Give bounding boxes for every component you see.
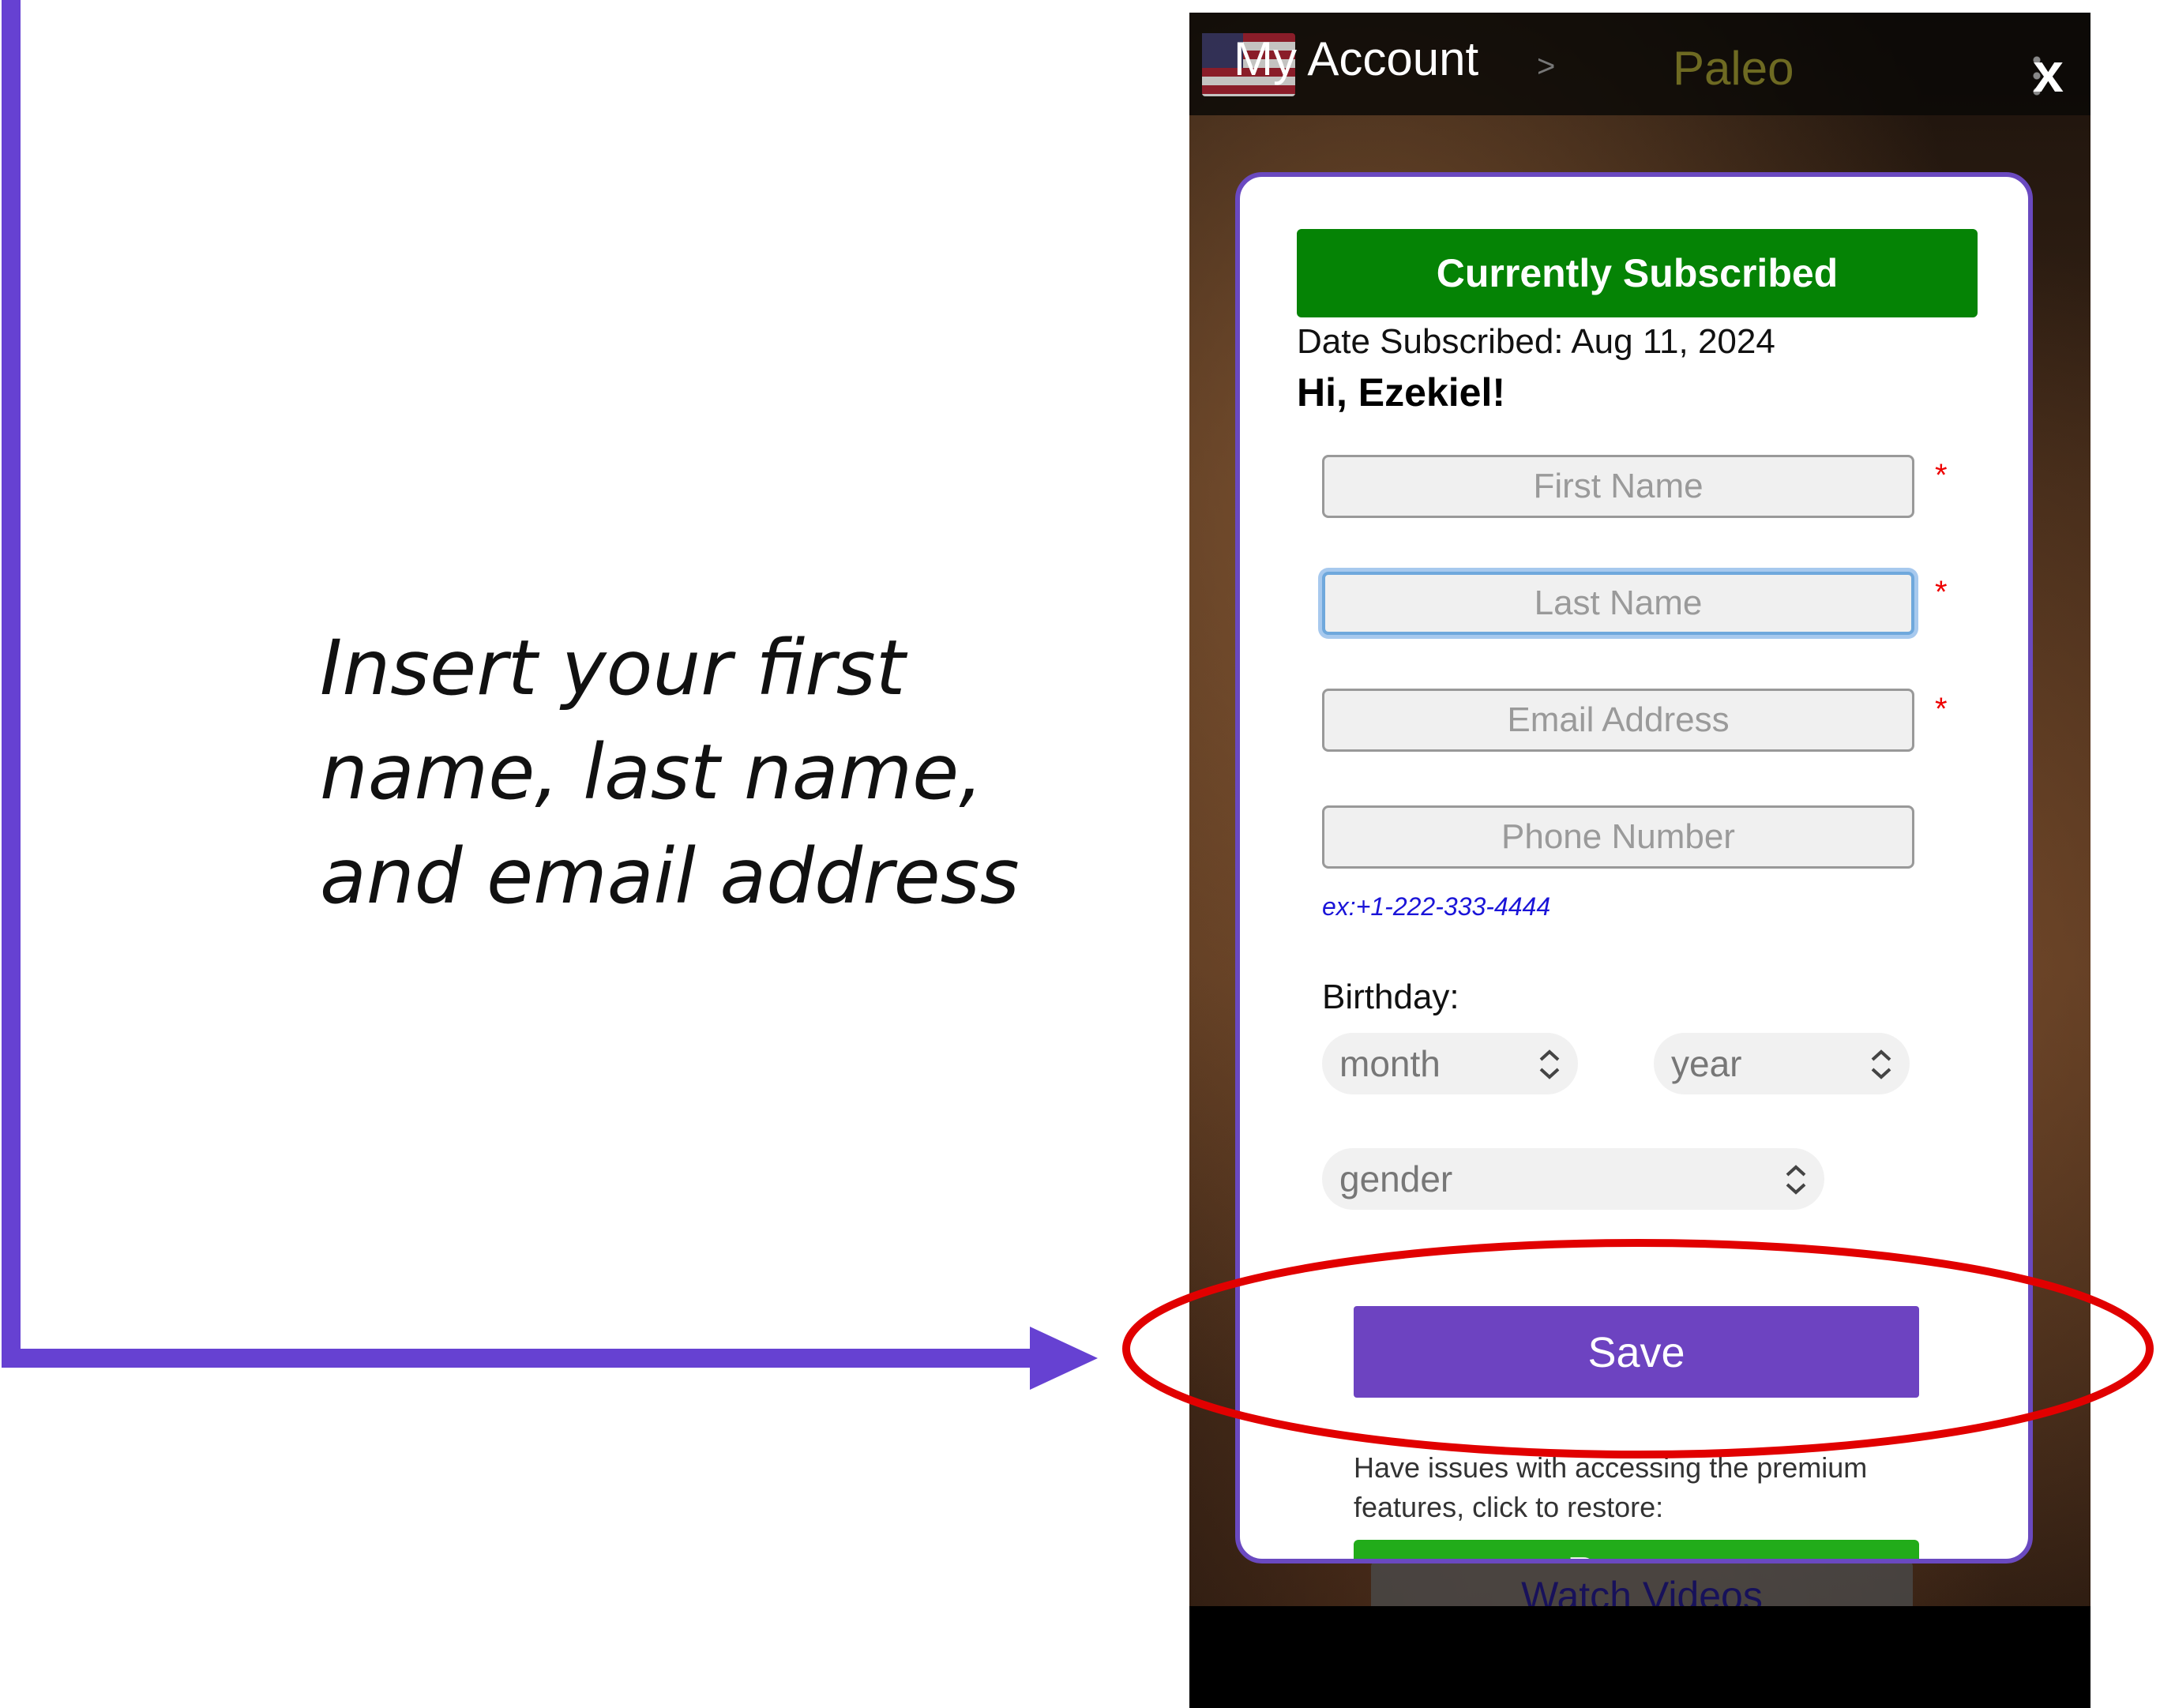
instruction-line: name, last name,	[320, 728, 983, 816]
required-marker: *	[1935, 692, 1948, 726]
breadcrumb-separator: >	[1537, 49, 1556, 84]
account-modal: Currently Subscribed Date Subscribed: Au…	[1235, 172, 2033, 1563]
select-chevrons-icon	[1871, 1049, 1891, 1079]
bottom-bar	[1189, 1606, 2090, 1708]
close-button[interactable]: x	[2033, 45, 2064, 100]
birth-month-value: month	[1339, 1043, 1441, 1084]
instruction-line: and email address	[320, 832, 1020, 921]
email-field[interactable]	[1322, 689, 1914, 752]
birth-year-select[interactable]: year	[1654, 1033, 1910, 1094]
select-chevrons-icon	[1539, 1049, 1560, 1079]
birth-year-value: year	[1671, 1043, 1742, 1084]
required-marker: *	[1935, 575, 1948, 610]
restore-button[interactable]: Restore	[1354, 1540, 1919, 1559]
breadcrumb-paleo[interactable]: Paleo	[1673, 41, 1794, 96]
page-title: My Account	[1234, 32, 1479, 85]
instruction-line: Insert your first	[320, 624, 906, 712]
subscription-status-badge: Currently Subscribed	[1297, 229, 1978, 317]
restore-instructions: Have issues with accessing the premium f…	[1354, 1451, 1868, 1523]
top-bar: My Account > Paleo x	[1189, 13, 2090, 115]
birth-month-select[interactable]: month	[1322, 1033, 1578, 1094]
save-button[interactable]: Save	[1354, 1306, 1919, 1398]
instruction-text: Insert your first name, last name, and e…	[320, 616, 1031, 929]
select-chevrons-icon	[1786, 1165, 1806, 1195]
birthday-label: Birthday:	[1322, 978, 1459, 1016]
required-marker: *	[1935, 458, 1948, 493]
date-subscribed: Date Subscribed: Aug 11, 2024	[1297, 322, 1775, 361]
gender-value: gender	[1339, 1158, 1453, 1199]
gender-select[interactable]: gender	[1322, 1148, 1824, 1210]
first-name-field[interactable]	[1322, 455, 1914, 518]
phone-screen: Watch Videos My Account > Paleo x Curren…	[1189, 13, 2090, 1708]
last-name-field[interactable]	[1322, 572, 1914, 635]
phone-format-hint: ex:+1-222-333-4444	[1322, 892, 1551, 921]
phone-field[interactable]	[1322, 805, 1914, 869]
greeting: Hi, Ezekiel!	[1297, 370, 1505, 415]
